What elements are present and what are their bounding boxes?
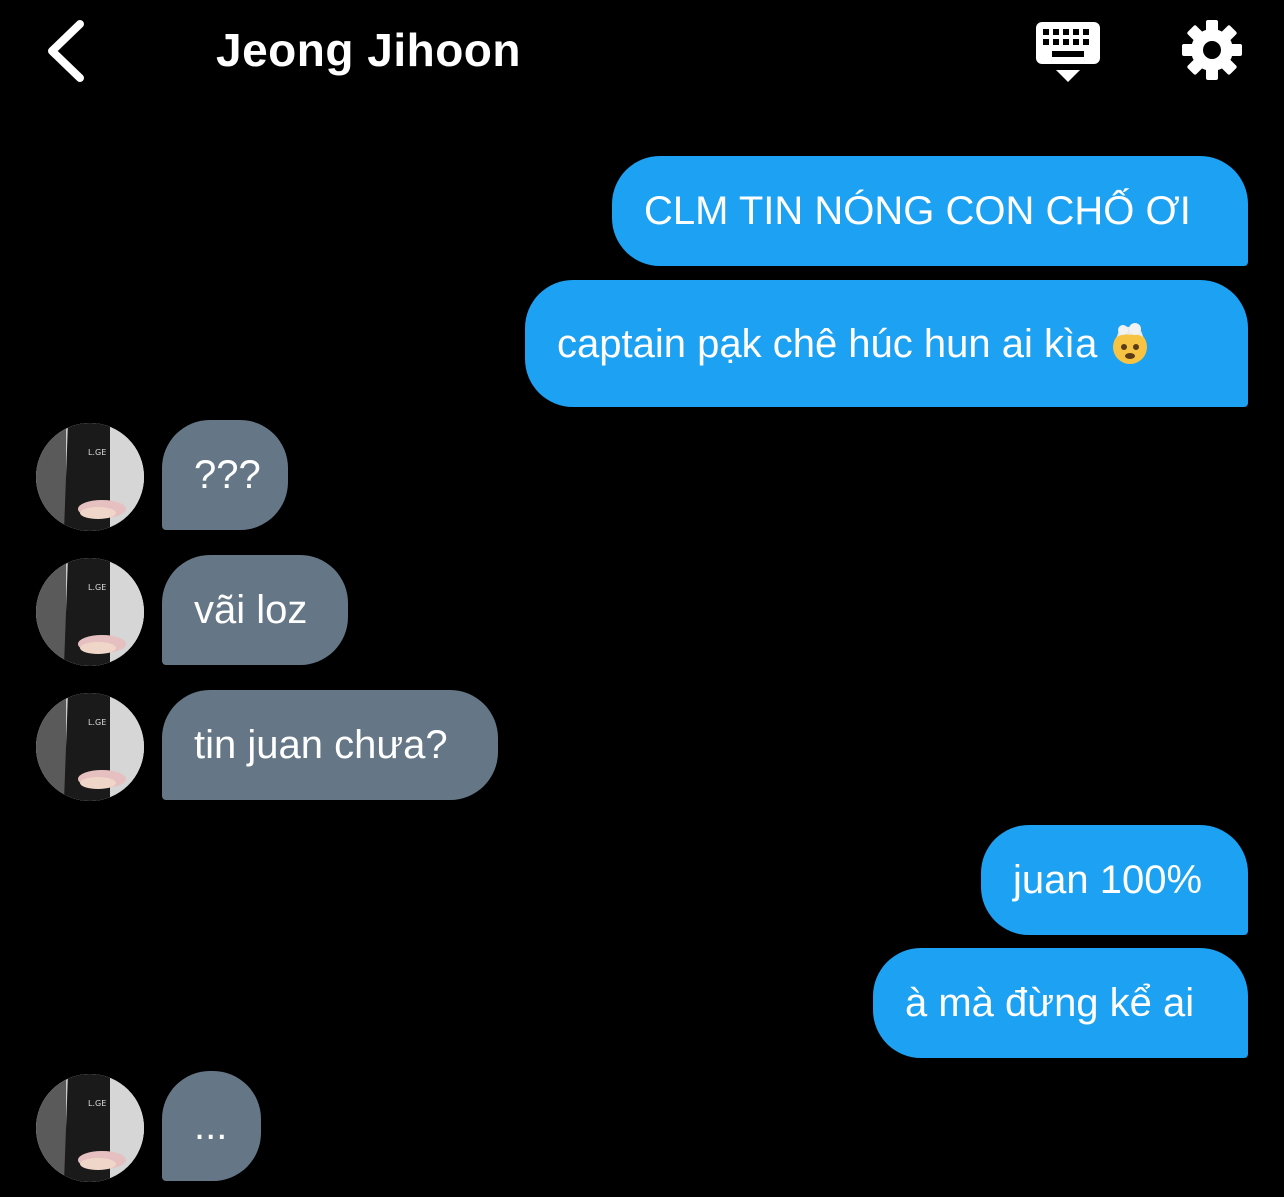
back-button[interactable] [38,16,98,86]
svg-text:L.GE: L.GE [88,1099,106,1108]
message-bubble-outgoing[interactable]: à mà đừng kể ai [873,948,1248,1058]
keyboard-toggle-button[interactable] [1034,20,1102,84]
message-bubble-incoming[interactable]: ??? [162,420,288,530]
message-text: vãi loz [194,588,308,632]
message-text: tin juan chưa? [194,723,448,767]
avatar[interactable]: L.GE [36,1074,144,1182]
message-text: juan 100% [1013,858,1203,902]
avatar[interactable]: L.GE [36,693,144,801]
settings-button[interactable] [1180,18,1244,82]
avatar-image: L.GE [36,1074,144,1182]
avatar-image: L.GE [36,423,144,531]
avatar[interactable]: L.GE [36,558,144,666]
message-text: ... [194,1104,228,1148]
svg-text:L.GE: L.GE [88,718,106,727]
message-text: captain pạk chê húc hun ai kìa [557,321,1098,366]
conversation-title: Jeong Jihoon [216,24,521,76]
message-bubble-incoming[interactable]: ... [162,1071,261,1181]
keyboard-hide-icon [1036,22,1100,82]
exploding-head-emoji [1113,322,1148,364]
message-text: à mà đừng kể ai [905,981,1195,1025]
avatar-image: L.GE [36,693,144,801]
message-bubble-outgoing[interactable]: captain pạk chê húc hun ai kìa [525,280,1248,407]
svg-text:L.GE: L.GE [88,583,106,592]
avatar[interactable]: L.GE [36,423,144,531]
chevron-left-icon [48,20,84,82]
message-bubble-outgoing[interactable]: CLM TIN NÓNG CON CHỐ ƠI [612,156,1248,266]
message-bubble-incoming[interactable]: tin juan chưa? [162,690,498,800]
message-text: CLM TIN NÓNG CON CHỐ ƠI [644,189,1191,233]
message-text: ??? [194,453,261,497]
message-bubble-incoming[interactable]: vãi loz [162,555,348,665]
svg-text:L.GE: L.GE [88,448,106,457]
chat-header: Jeong Jihoon [0,0,1284,110]
gear-icon [1182,20,1242,80]
message-bubble-outgoing[interactable]: juan 100% [981,825,1248,935]
avatar-image: L.GE [36,558,144,666]
